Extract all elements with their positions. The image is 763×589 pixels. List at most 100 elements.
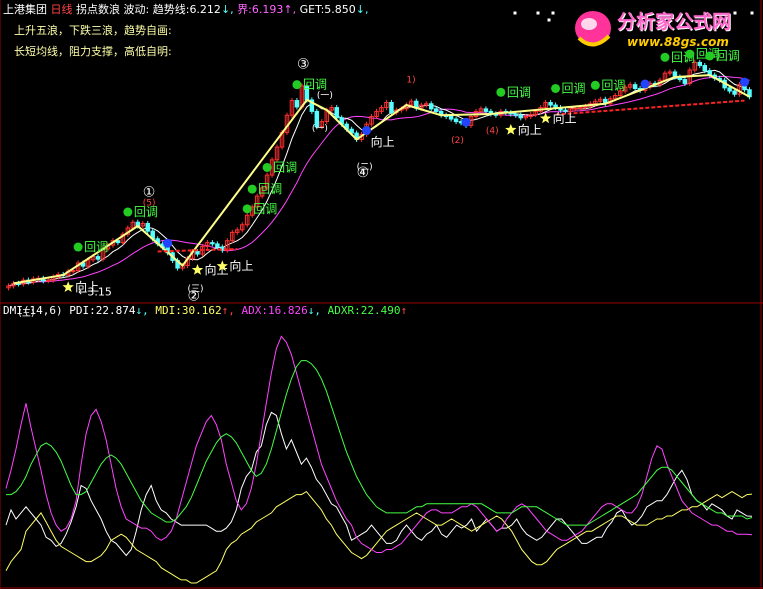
huitiao-dot bbox=[590, 80, 600, 90]
marker-square bbox=[513, 11, 517, 15]
huitiao-dot bbox=[551, 83, 561, 93]
wave-number: (5) bbox=[143, 199, 156, 209]
mdi-label: MDI: bbox=[155, 304, 182, 317]
get-arrow: ↓, bbox=[355, 3, 369, 16]
xiangshang-label: 向上 bbox=[553, 110, 577, 125]
note-line-2: 长短均线，阻力支撑，高低自明: bbox=[14, 45, 172, 58]
huitiao-label: 回调 bbox=[507, 85, 531, 99]
dmi-adx-line bbox=[5, 335, 753, 553]
huitiao-label: 回调 bbox=[84, 240, 108, 254]
wave-number: (一) bbox=[317, 91, 333, 101]
candle-body bbox=[145, 222, 150, 232]
candle-body bbox=[70, 270, 76, 273]
adxr-value: 22.490 bbox=[360, 304, 401, 317]
marker-square bbox=[547, 18, 551, 22]
huitiao-label: 回调 bbox=[253, 202, 277, 216]
wave-number: ③ bbox=[297, 57, 310, 73]
wave-number: (2) bbox=[451, 136, 464, 146]
marker-square bbox=[551, 11, 555, 15]
trend-value: 6.212 bbox=[189, 3, 221, 16]
xiangshang-label: 向上 bbox=[229, 258, 253, 273]
candle-body bbox=[334, 107, 339, 119]
candle-body bbox=[95, 256, 101, 260]
get-value: 5.850 bbox=[324, 3, 356, 16]
candle-body bbox=[682, 79, 688, 84]
candle-body bbox=[573, 107, 578, 110]
huitiao-dot bbox=[242, 204, 252, 214]
indicator-name[interactable]: 拐点数浪 bbox=[76, 3, 120, 16]
wave-number: (一) bbox=[312, 124, 328, 134]
candle-body bbox=[433, 108, 439, 112]
dmi-header: DMI(14,6) PDI:22.874↓, MDI:30.162↑, ADX:… bbox=[3, 304, 407, 317]
candle-body bbox=[448, 116, 454, 120]
price-header: 上港集团 日线 拐点数浪 波动: 趋势线:6.212↓, 界:6.193↑, G… bbox=[3, 1, 369, 17]
get-label: GET: bbox=[299, 3, 325, 16]
trend-arrow: ↓, bbox=[220, 3, 234, 16]
adx-arrow: ↓, bbox=[307, 304, 321, 317]
dmi-pdi-line bbox=[5, 411, 753, 557]
note-line-1: 上升五浪，下跌三浪，趋势自画: bbox=[14, 24, 172, 37]
ma-long-line bbox=[8, 75, 750, 287]
wave-number: (二) bbox=[357, 162, 373, 172]
wave-number: (4) bbox=[486, 126, 499, 136]
xiangshang-star bbox=[505, 123, 517, 135]
huitiao-label: 回调 bbox=[601, 78, 625, 92]
xiangxia-dot bbox=[640, 79, 650, 89]
candle-body bbox=[389, 101, 394, 114]
candle-body bbox=[294, 100, 300, 108]
huitiao-dot bbox=[262, 162, 272, 172]
wave-number: 1) bbox=[406, 76, 415, 86]
xiangxia-dot bbox=[461, 117, 471, 127]
price-panel[interactable] bbox=[0, 0, 763, 589]
jie-value: 6.193 bbox=[251, 3, 284, 16]
huitiao-dot bbox=[292, 80, 302, 90]
mdi-value: 30.162 bbox=[181, 304, 222, 317]
candle-body bbox=[697, 61, 703, 67]
xiangshang-star bbox=[191, 264, 204, 275]
candle-body bbox=[548, 101, 553, 106]
candle-body bbox=[46, 279, 51, 282]
dmi-panel[interactable] bbox=[0, 335, 763, 589]
candle-body bbox=[518, 114, 523, 119]
pdi-label: PDI: bbox=[69, 304, 96, 317]
wave-number: (三) bbox=[188, 284, 204, 294]
adx-value: 16.826 bbox=[267, 304, 308, 317]
huitiao-dot bbox=[73, 242, 83, 252]
pdi-value: 22.874 bbox=[95, 304, 136, 317]
xiangshang-label: 向上 bbox=[518, 122, 542, 137]
logo-title: 分析家公式网 bbox=[617, 11, 732, 33]
candle-body bbox=[732, 90, 737, 95]
low-price-label: ←3.15 bbox=[78, 286, 112, 299]
logo-url: www.88gs.com bbox=[627, 35, 729, 49]
xiangxia-dot bbox=[163, 238, 173, 248]
candle-body bbox=[483, 108, 489, 112]
candle-body bbox=[210, 242, 215, 245]
ma-short-line bbox=[8, 69, 750, 287]
huitiao-dot bbox=[123, 207, 133, 217]
mdi-arrow: ↑, bbox=[221, 304, 235, 317]
adxr-label: ADXR: bbox=[327, 304, 361, 317]
huitiao-label: 回调 bbox=[273, 160, 297, 174]
pdi-arrow: ↓, bbox=[135, 304, 149, 317]
site-logo[interactable]: 分析家公式网 www.88gs.com bbox=[565, 4, 757, 54]
candle-body bbox=[513, 113, 519, 116]
stock-name[interactable]: 上港集团 bbox=[3, 3, 47, 16]
candle-body bbox=[428, 103, 434, 110]
huitiao-dot bbox=[496, 87, 506, 97]
xiangxia-dot bbox=[740, 77, 750, 87]
jie-arrow: ↑, bbox=[283, 3, 297, 16]
candle-body bbox=[578, 107, 583, 110]
xiangxia-dot bbox=[362, 126, 372, 136]
dmi-adxr-line bbox=[6, 360, 753, 526]
candle-body bbox=[215, 243, 220, 248]
dmi-mdi-line bbox=[5, 490, 753, 584]
huitiao-label: 回调 bbox=[562, 81, 586, 95]
huitiao-label: 回调 bbox=[258, 182, 282, 196]
adx-label: ADX: bbox=[241, 304, 268, 317]
adxr-arrow: ↑ bbox=[400, 304, 408, 317]
candle-body bbox=[195, 251, 200, 255]
dmi-name[interactable]: DMI(14,6) bbox=[3, 304, 63, 317]
period-label[interactable]: 日线 bbox=[51, 3, 73, 16]
xiangshang-label: 向上 bbox=[371, 134, 395, 149]
xiangshang-star bbox=[62, 281, 74, 292]
